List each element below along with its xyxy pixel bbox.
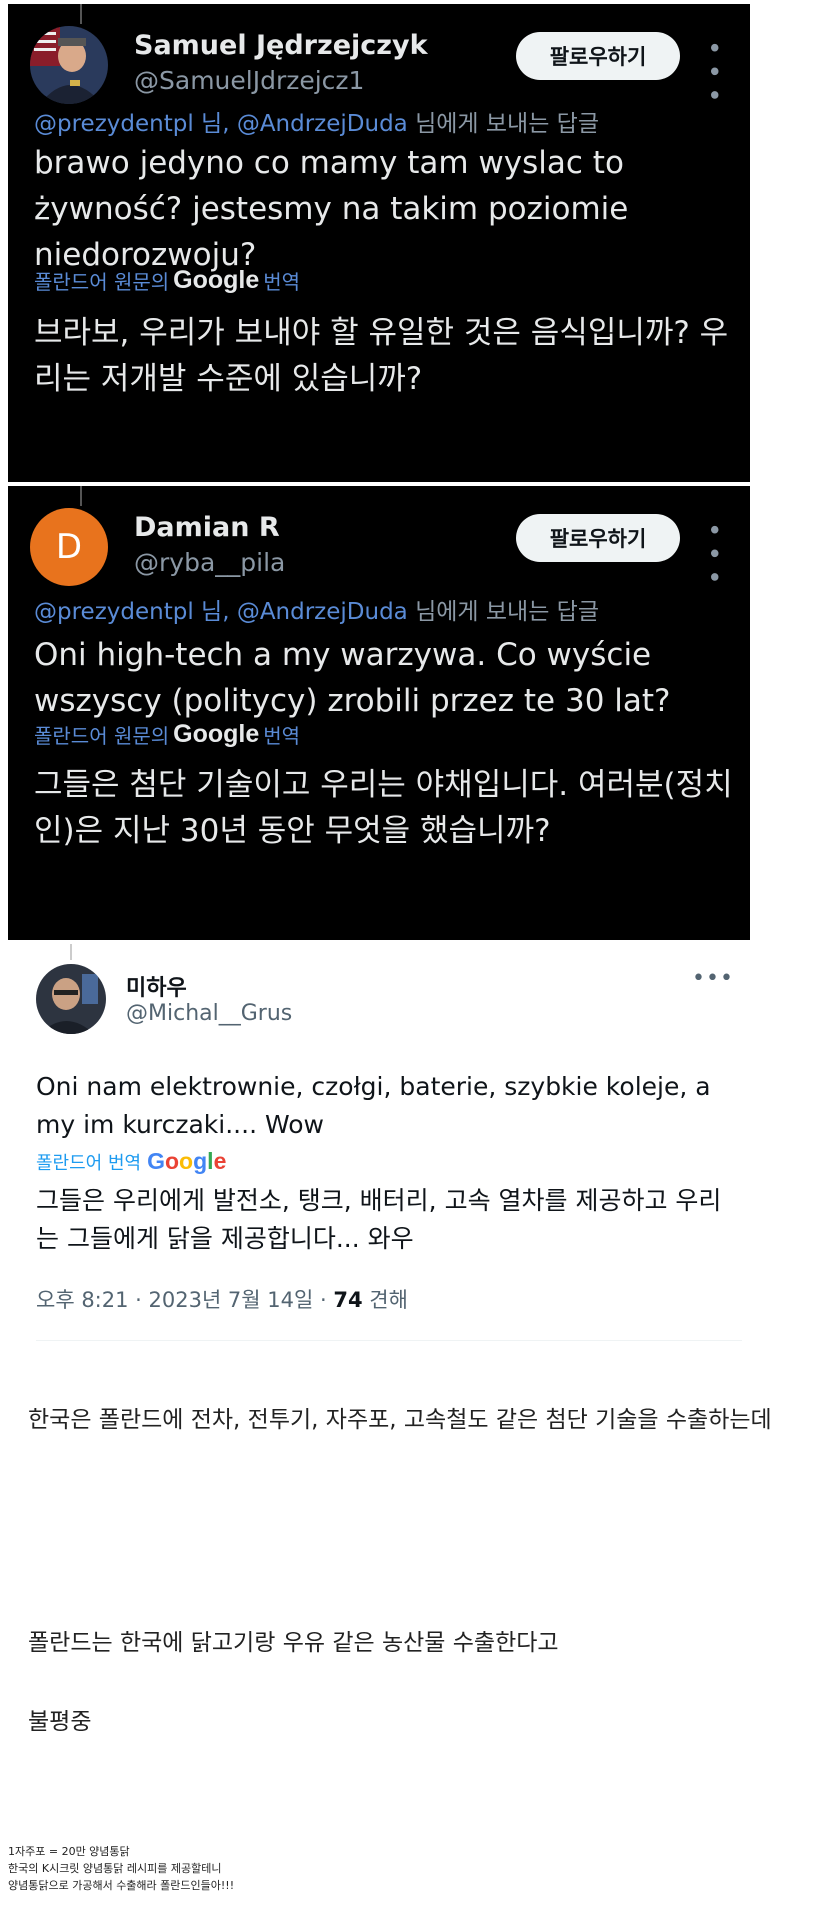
tweet-meta: 오후 8:21 · 2023년 7월 14일 · 74 견해 xyxy=(36,1284,408,1314)
thread-line xyxy=(80,486,82,506)
translate-label: 폴란드어 번역 xyxy=(36,1152,142,1174)
google-logo: Google xyxy=(173,720,260,748)
author-handle[interactable]: @Michal__Grus xyxy=(126,1001,292,1026)
author-handle[interactable]: @ryba__pila xyxy=(134,548,285,577)
translate-action: 번역 xyxy=(263,270,301,294)
tweet-card-samuel: Samuel Jędrzejczyk @SamuelJdrzejcz1 팔로우하… xyxy=(8,4,750,482)
post-paragraph-2: 폴란드는 한국에 닭고기랑 우유 같은 농산물 수출한다고 xyxy=(28,1630,559,1656)
translated-text: 그들은 첨단 기술이고 우리는 야채입니다. 여러분(정치인)은 지난 30년 … xyxy=(34,767,733,849)
reply-mentions[interactable]: @prezydentpl 님, @AndrzejDuda xyxy=(34,111,408,137)
view-count: 74 xyxy=(333,1288,363,1312)
avatar[interactable] xyxy=(36,964,106,1034)
tweet-timestamp[interactable]: 오후 8:21 · 2023년 7월 14일 · xyxy=(36,1288,333,1312)
avatar[interactable]: D xyxy=(30,508,108,586)
translate-action: 번역 xyxy=(263,724,301,748)
reply-to-line: @prezydentpl 님, @AndrzejDuda 님에게 보내는 답글 xyxy=(34,592,599,626)
more-options-icon[interactable]: • • • xyxy=(698,40,728,103)
thread-line xyxy=(80,4,82,24)
follow-button[interactable]: 팔로우하기 xyxy=(516,32,680,80)
translate-link[interactable]: 폴란드어 원문의 Google 번역 xyxy=(34,266,300,295)
translated-text: 브라보, 우리가 보내야 할 유일한 것은 음식입니까? 우리는 저개발 수준에… xyxy=(34,315,729,397)
tweet-card-damian: D Damian R @ryba__pila 팔로우하기 • • • @prez… xyxy=(8,486,750,940)
post-paragraph-3: 불평중 xyxy=(28,1709,92,1735)
more-options-icon[interactable]: ••• xyxy=(692,966,734,991)
more-options-icon[interactable]: • • • xyxy=(698,522,728,585)
reply-suffix: 님에게 보내는 답글 xyxy=(407,111,599,137)
author-name[interactable]: Damian R xyxy=(134,512,280,543)
author-handle[interactable]: @SamuelJdrzejcz1 xyxy=(134,66,364,95)
reply-mentions[interactable]: @prezydentpl 님, @AndrzejDuda xyxy=(34,599,408,625)
tweet-text: Oni nam elektrownie, czołgi, baterie, sz… xyxy=(36,1072,711,1139)
author-name[interactable]: 미하우 xyxy=(126,970,187,1002)
divider xyxy=(36,1340,742,1341)
google-logo: Google xyxy=(147,1148,227,1174)
reply-to-line: @prezydentpl 님, @AndrzejDuda 님에게 보내는 답글 xyxy=(34,104,599,138)
avatar[interactable] xyxy=(30,26,108,104)
tweet-text: brawo jedyno co mamy tam wyslac to żywno… xyxy=(34,145,629,273)
follow-button[interactable]: 팔로우하기 xyxy=(516,514,680,562)
google-logo: Google xyxy=(173,266,260,294)
footnote-line-3: 양념통닭으로 가공해서 수출해라 폴란드인들아!!! xyxy=(8,1879,235,1892)
footnote-line-1: 1자주포 = 20만 양념통닭 xyxy=(8,1845,130,1858)
translate-link[interactable]: 폴란드어 원문의 Google 번역 xyxy=(34,720,300,749)
translate-link[interactable]: 폴란드어 번역 Google xyxy=(36,1148,226,1175)
post-paragraph-1: 한국은 폴란드에 전차, 전투기, 자주포, 고속철도 같은 첨단 기술을 수출… xyxy=(28,1407,772,1433)
tweet-card-michal: 미하우 @Michal__Grus ••• Oni nam elektrowni… xyxy=(12,944,742,1348)
translated-text: 그들은 우리에게 발전소, 탱크, 배터리, 고속 열차를 제공하고 우리는 그… xyxy=(36,1186,722,1253)
thread-line xyxy=(70,944,72,960)
translate-label: 폴란드어 원문의 xyxy=(34,270,170,294)
view-label: 견해 xyxy=(362,1288,408,1312)
footnote-line-2: 한국의 K시크릿 양념통닭 레시피를 제공할테니 xyxy=(8,1862,222,1875)
author-name[interactable]: Samuel Jędrzejczyk xyxy=(134,30,428,61)
tweet-text: Oni high-tech a my warzywa. Co wyście ws… xyxy=(34,637,671,719)
translate-label: 폴란드어 원문의 xyxy=(34,724,170,748)
reply-suffix: 님에게 보내는 답글 xyxy=(407,599,599,625)
avatar-letter: D xyxy=(55,527,83,567)
